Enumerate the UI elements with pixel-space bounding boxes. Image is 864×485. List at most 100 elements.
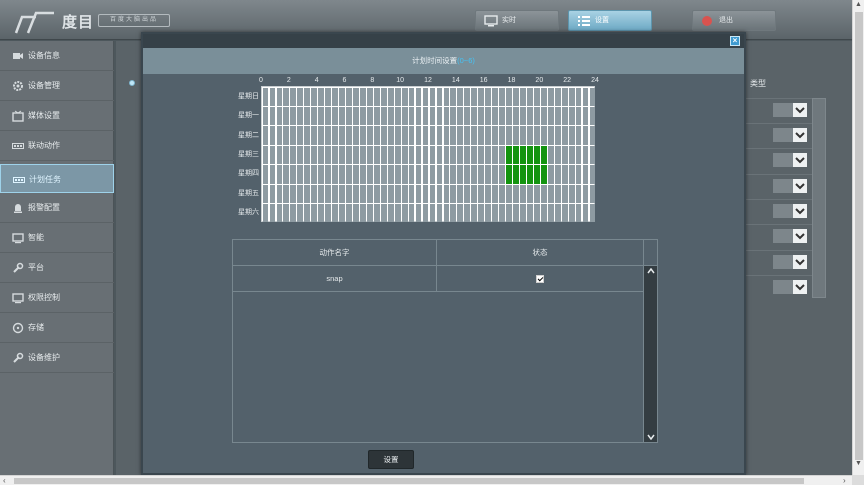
schedule-cell[interactable]	[283, 126, 290, 145]
schedule-cell[interactable]	[401, 165, 408, 184]
schedule-cell[interactable]	[415, 126, 422, 145]
schedule-cell[interactable]	[499, 107, 505, 126]
schedule-cell[interactable]	[513, 145, 519, 165]
schedule-cell[interactable]	[283, 87, 290, 106]
schedule-cell[interactable]	[485, 145, 492, 165]
status-checkbox[interactable]	[536, 275, 544, 284]
schedule-cell[interactable]	[325, 204, 331, 223]
schedule-cell[interactable]	[589, 87, 596, 106]
schedule-cell[interactable]	[311, 126, 318, 145]
schedule-cell[interactable]	[415, 204, 422, 223]
schedule-cell[interactable]	[283, 204, 290, 223]
schedule-cell[interactable]	[506, 204, 512, 223]
schedule-cell[interactable]	[360, 107, 366, 126]
schedule-cell[interactable]	[353, 165, 359, 184]
schedule-cell[interactable]	[436, 184, 443, 203]
schedule-cell[interactable]	[346, 126, 352, 145]
schedule-cell[interactable]	[492, 184, 498, 203]
schedule-cell[interactable]	[290, 165, 297, 184]
chevron-down-icon[interactable]	[647, 434, 655, 440]
schedule-cell[interactable]	[561, 204, 568, 223]
schedule-cell[interactable]	[373, 145, 380, 165]
schedule-cell[interactable]	[527, 107, 533, 126]
schedule-cell[interactable]	[464, 184, 471, 203]
schedule-cell[interactable]	[387, 165, 394, 184]
schedule-cell[interactable]	[311, 184, 318, 203]
schedule-cell[interactable]	[304, 126, 311, 145]
schedule-cell[interactable]	[297, 184, 304, 203]
schedule-cell[interactable]	[533, 184, 540, 203]
schedule-cell[interactable]	[380, 204, 387, 223]
schedule-cell[interactable]	[373, 204, 380, 223]
schedule-cell[interactable]	[401, 145, 408, 165]
schedule-cell[interactable]	[408, 126, 415, 145]
schedule-cell[interactable]	[554, 126, 561, 145]
schedule-cell[interactable]	[276, 184, 283, 203]
schedule-cell[interactable]	[492, 204, 498, 223]
schedule-cell[interactable]	[346, 87, 352, 106]
schedule-cell[interactable]	[429, 165, 436, 184]
schedule-cell[interactable]	[318, 184, 325, 203]
schedule-cell[interactable]	[283, 107, 290, 126]
schedule-cell[interactable]	[582, 107, 589, 126]
schedule-cell[interactable]	[582, 87, 589, 106]
schedule-cell[interactable]	[554, 204, 561, 223]
schedule-cell[interactable]	[339, 145, 345, 165]
schedule-cell[interactable]	[408, 145, 415, 165]
schedule-cell[interactable]	[457, 165, 464, 184]
schedule-cell[interactable]	[568, 204, 575, 223]
schedule-cell[interactable]	[457, 145, 464, 165]
schedule-cell[interactable]	[297, 87, 304, 106]
schedule-cell[interactable]	[506, 184, 512, 203]
sidebar-item-device-maintenance[interactable]: 设备维护	[0, 343, 114, 373]
schedule-cell[interactable]	[325, 87, 331, 106]
schedule-cell[interactable]	[485, 204, 492, 223]
schedule-cell[interactable]	[304, 87, 311, 106]
schedule-cell[interactable]	[499, 145, 505, 165]
schedule-cell[interactable]	[339, 204, 345, 223]
schedule-cell[interactable]	[485, 165, 492, 184]
schedule-cell[interactable]	[366, 107, 373, 126]
schedule-cell[interactable]	[533, 87, 540, 106]
schedule-cell[interactable]	[520, 204, 526, 223]
schedule-cell[interactable]	[506, 126, 512, 145]
schedule-cell[interactable]	[353, 184, 359, 203]
schedule-cell[interactable]	[450, 107, 457, 126]
schedule-cell[interactable]	[290, 87, 297, 106]
schedule-cell[interactable]	[527, 204, 533, 223]
schedule-cell[interactable]	[408, 87, 415, 106]
schedule-cell[interactable]	[297, 145, 304, 165]
schedule-cell[interactable]	[540, 184, 547, 203]
schedule-cell[interactable]	[589, 204, 596, 223]
schedule-cell[interactable]	[332, 165, 338, 184]
schedule-cell[interactable]	[561, 107, 568, 126]
schedule-cell[interactable]	[568, 145, 575, 165]
sidebar-item-media-settings[interactable]: 媒体设置	[0, 101, 114, 131]
schedule-cell[interactable]	[422, 145, 429, 165]
sidebar-item-device-info[interactable]: 设备信息	[0, 41, 114, 71]
set-button[interactable]: 设置	[368, 450, 414, 469]
schedule-cell[interactable]	[304, 145, 311, 165]
sidebar-item-storage[interactable]: 存储	[0, 313, 114, 343]
schedule-cell[interactable]	[527, 145, 533, 165]
schedule-cell[interactable]	[262, 184, 269, 203]
schedule-cell[interactable]	[387, 126, 394, 145]
schedule-cell[interactable]	[513, 87, 519, 106]
schedule-cell[interactable]	[318, 126, 325, 145]
schedule-cell[interactable]	[478, 126, 485, 145]
schedule-cell[interactable]	[401, 204, 408, 223]
schedule-cell[interactable]	[568, 87, 575, 106]
schedule-cell[interactable]	[471, 87, 478, 106]
schedule-cell[interactable]	[332, 126, 338, 145]
schedule-cell[interactable]	[360, 204, 366, 223]
schedule-cell[interactable]	[568, 107, 575, 126]
schedule-cell[interactable]	[436, 204, 443, 223]
schedule-cell[interactable]	[464, 126, 471, 145]
schedule-cell[interactable]	[283, 165, 290, 184]
schedule-cell[interactable]	[492, 126, 498, 145]
scroll-down-icon[interactable]: ▼	[855, 460, 862, 467]
schedule-cell[interactable]	[436, 87, 443, 106]
schedule-cell[interactable]	[353, 107, 359, 126]
schedule-cell[interactable]	[547, 87, 554, 106]
schedule-cell[interactable]	[401, 184, 408, 203]
